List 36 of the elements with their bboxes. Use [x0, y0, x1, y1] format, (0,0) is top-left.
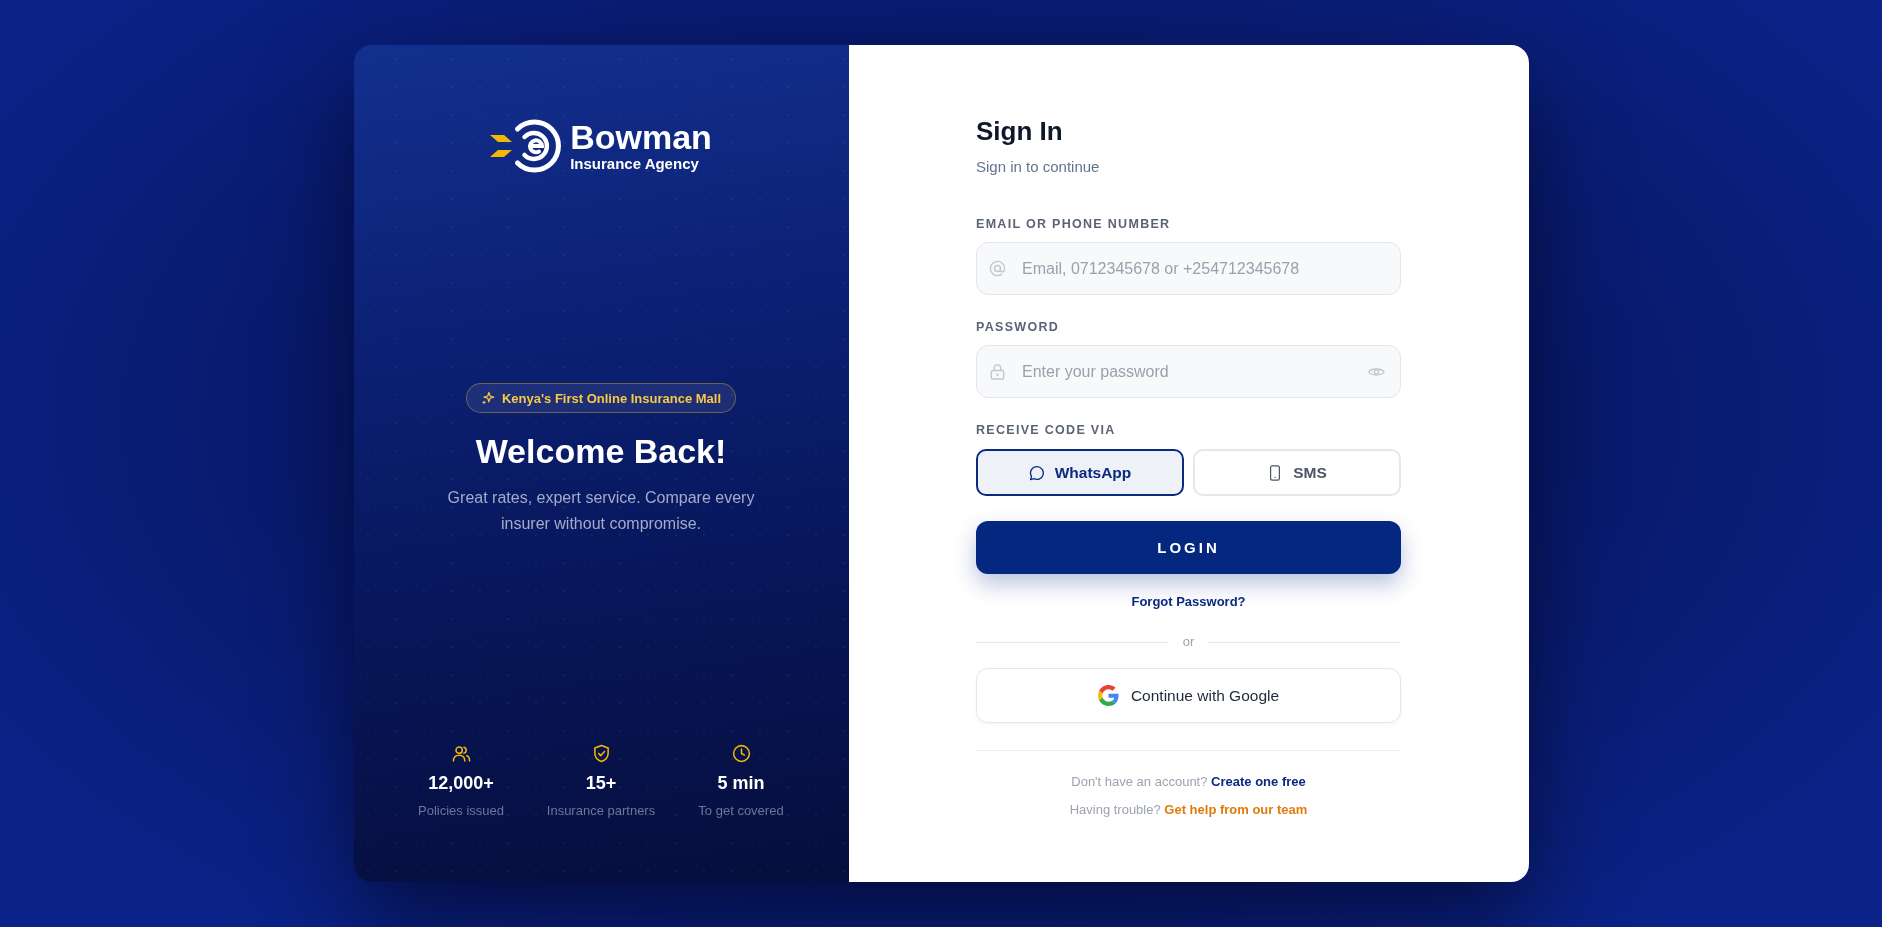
stat-label: To get covered: [698, 802, 784, 820]
field-label: EMAIL OR PHONE NUMBER: [976, 216, 1171, 232]
stat-label: Policies issued: [418, 802, 504, 820]
stat-label: Insurance partners: [546, 802, 656, 820]
sign-in-subtitle: Sign in to continue: [976, 157, 1100, 177]
g-logo-icon: [1097, 685, 1119, 706]
welcome-title: Welcome Back!: [475, 431, 727, 471]
stat-value: 5 min: [717, 772, 765, 794]
welcome-subtitle: Great rates, expert service. Compare every insurer without compromise.: [446, 488, 756, 534]
chat-bubble-icon: [1028, 464, 1045, 481]
at-sign-icon: [989, 260, 1006, 277]
shield-check-icon: [591, 744, 611, 763]
email-input[interactable]: Email, 0712345678 or +254712345678: [976, 242, 1401, 295]
stat-value: 15+: [585, 772, 617, 794]
signup-prompt: Don't have an account? Create one free: [1071, 773, 1306, 791]
forgot-password-link[interactable]: Forgot Password?: [1131, 593, 1246, 611]
sign-in-title: Sign In: [976, 115, 1063, 147]
google-signin-button[interactable]: Continue with Google: [976, 668, 1401, 723]
field-label: PASSWORD: [976, 319, 1060, 335]
brand-tagline: Insurance Agency: [570, 155, 700, 173]
create-account-link[interactable]: Create one free: [1211, 774, 1306, 789]
lock-icon: [989, 363, 1006, 380]
channel-option[interactable]: WhatsApp: [976, 449, 1184, 496]
stat-value: 12,000+: [428, 772, 494, 794]
brand-name: Bowman: [570, 119, 712, 155]
sparkle-icon: [480, 391, 495, 405]
login-button[interactable]: LOGIN: [976, 521, 1401, 574]
divider-text: or: [1181, 634, 1196, 650]
clock-icon: [731, 744, 751, 763]
users-icon: [451, 744, 471, 763]
help-prompt: Having trouble? Get help from our team: [1069, 801, 1308, 819]
field-label: RECEIVE CODE VIA: [976, 422, 1116, 438]
eye-icon[interactable]: [1368, 366, 1385, 378]
channel-option[interactable]: SMS: [1193, 449, 1401, 496]
promo-text: Kenya's First Online Insurance Mall: [501, 390, 722, 406]
password-input[interactable]: Enter your password: [976, 345, 1401, 398]
